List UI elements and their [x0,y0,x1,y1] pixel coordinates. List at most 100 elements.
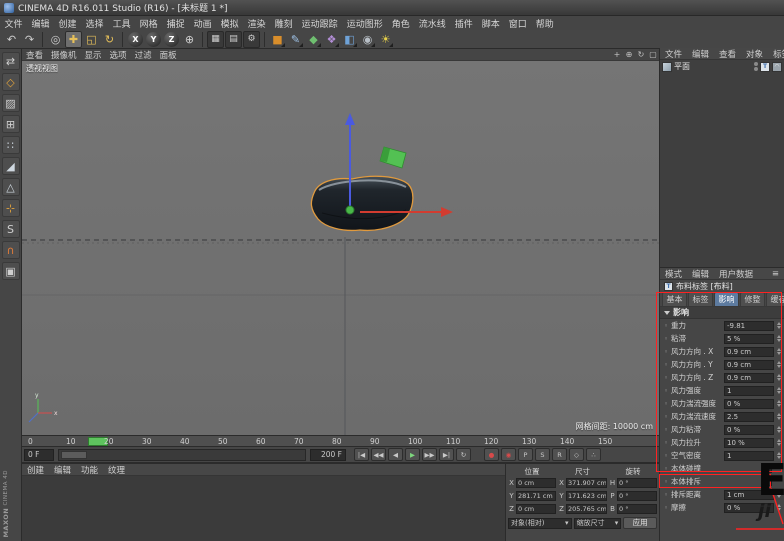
menu-item[interactable]: 模拟 [216,16,243,30]
attribute-tab[interactable]: 基本 [662,292,687,306]
make-editable-button[interactable]: ⇄ [1,52,20,70]
expand-bullet[interactable]: ◦ [664,439,671,447]
coordinate-size-select[interactable]: 缩放尺寸 ▾ [573,517,622,529]
prev-key-button[interactable]: ◀◀ [371,448,386,461]
texture-mode-button[interactable]: ▨ [1,94,20,112]
viewport-3d-scene[interactable]: y x [22,61,659,435]
play-button[interactable]: ▶ [405,448,420,461]
viewport-view-label[interactable]: 透视视图 [26,63,58,74]
coordinate-input[interactable]: 0 ° [617,477,657,488]
coordinate-input[interactable]: 205.765 cm [566,503,607,514]
model-mode-button[interactable]: ◇ [1,73,20,91]
viewport-menu-item[interactable]: 显示 [81,49,106,61]
snap-toggle-button[interactable]: ∩ [1,241,20,259]
workplane-mode-button[interactable]: ⊞ [1,115,20,133]
value-stepper[interactable] [775,374,782,381]
expand-bullet[interactable]: ◦ [664,361,671,369]
stepper-up-icon[interactable] [776,439,781,442]
goto-start-button[interactable]: |◀ [354,448,369,461]
stepper-down-icon[interactable] [776,339,781,342]
menu-item[interactable]: 动画 [189,16,216,30]
attribute-value-input[interactable]: 10 % [724,437,774,448]
add-array-button[interactable]: ❖ [323,31,340,48]
attribute-mode-menu-item[interactable]: 编辑 [687,268,714,280]
render-view-button[interactable]: ▦ [207,30,224,48]
key-scale-button[interactable]: S [535,448,550,461]
stepper-up-icon[interactable] [776,322,781,325]
material-menu-item[interactable]: 功能 [76,464,103,476]
lock-y-axis-button[interactable]: Y [146,31,161,47]
attribute-mode-menu-item[interactable]: 模式 [660,268,687,280]
edges-mode-button[interactable]: ◢ [1,157,20,175]
attribute-tab[interactable]: 修整 [740,292,765,306]
attribute-value-input[interactable]: 1 [724,385,774,396]
rotate-view-icon[interactable]: ↻ [635,50,647,60]
value-stepper[interactable] [775,322,782,329]
expand-bullet[interactable]: ◦ [664,400,671,408]
coordinate-input[interactable]: 171.623 cm [566,490,607,501]
viewport-menu-item[interactable]: 过滤 [131,49,156,61]
next-frame-button[interactable]: ▶▶ [422,448,437,461]
value-stepper[interactable] [775,348,782,355]
enable-axis-button[interactable]: ⊹ [1,199,20,217]
attribute-tab[interactable]: 缓存 [766,292,784,306]
viewport-menu-item[interactable]: 摄像机 [47,49,81,61]
value-stepper[interactable] [775,400,782,407]
visibility-toggles[interactable] [754,62,758,71]
add-light-button[interactable]: ☀ [377,31,394,48]
viewport-menu-item[interactable]: 选项 [106,49,131,61]
object-manager-menu-item[interactable]: 文件 [660,48,687,60]
expand-bullet[interactable]: ◦ [664,504,671,512]
pillow-object[interactable] [310,175,414,232]
prev-frame-button[interactable]: ◀ [388,448,403,461]
attribute-tab[interactable]: 标签 [688,292,713,306]
timeline-slider[interactable] [58,449,306,461]
autokey-toggle-button[interactable]: ◉ [501,448,516,461]
pan-view-icon[interactable]: + [611,50,623,60]
stepper-down-icon[interactable] [776,430,781,433]
move-button[interactable]: ✚ [65,30,82,48]
stepper-down-icon[interactable] [776,365,781,368]
stepper-down-icon[interactable] [776,378,781,381]
viewport-canvas[interactable]: y x 透视视图 网格间距: 10000 cm [22,61,659,435]
stepper-down-icon[interactable] [776,391,781,394]
value-stepper[interactable] [775,335,782,342]
toggle-views-icon[interactable]: ▢ [647,50,659,60]
menu-item[interactable]: 选择 [81,16,108,30]
polygons-mode-button[interactable]: △ [1,178,20,196]
object-name[interactable]: 平面 [674,61,690,72]
attribute-value-input[interactable]: 2.5 [724,411,774,422]
timeline-slider-handle[interactable] [61,451,87,459]
key-rotation-button[interactable]: R [552,448,567,461]
stepper-up-icon[interactable] [776,374,781,377]
attribute-value-input[interactable]: 0.9 cm [724,372,774,383]
redo-button[interactable]: ↷ [21,31,38,48]
attribute-value-input[interactable]: -9.81 [724,320,774,331]
stepper-down-icon[interactable] [776,417,781,420]
stepper-down-icon[interactable] [776,326,781,329]
stepper-up-icon[interactable] [776,400,781,403]
expand-bullet[interactable]: ◦ [664,478,671,486]
material-menu-item[interactable]: 创建 [22,464,49,476]
coordinate-input[interactable]: 0 cm [516,503,556,514]
attribute-value-input[interactable]: 0.9 cm [724,359,774,370]
expand-bullet[interactable]: ◦ [664,452,671,460]
expand-bullet[interactable]: ◦ [664,491,671,499]
stepper-up-icon[interactable] [776,413,781,416]
expand-bullet[interactable]: ◦ [664,426,671,434]
live-selection-button[interactable]: ◎ [47,31,64,48]
expand-bullet[interactable]: ◦ [664,387,671,395]
attribute-tab[interactable]: 影响 [714,292,739,306]
attribute-value-input[interactable]: 0 % [724,424,774,435]
stepper-up-icon[interactable] [776,335,781,338]
attribute-value-input[interactable]: 0 % [724,398,774,409]
coordinate-input[interactable]: 281.71 cm [516,490,556,501]
zoom-view-icon[interactable]: ⊕ [623,50,635,60]
attribute-mode-menu-item[interactable]: 用户数据 [714,268,758,280]
attribute-value-input[interactable]: 5 % [724,333,774,344]
coordinate-mode-select[interactable]: 对象(相对) ▾ [508,517,572,529]
menu-item[interactable]: 脚本 [477,16,504,30]
add-camera-button[interactable]: ◉ [359,31,376,48]
lock-workplane-button[interactable]: ▣ [1,262,20,280]
expand-bullet[interactable]: ◦ [664,465,671,473]
